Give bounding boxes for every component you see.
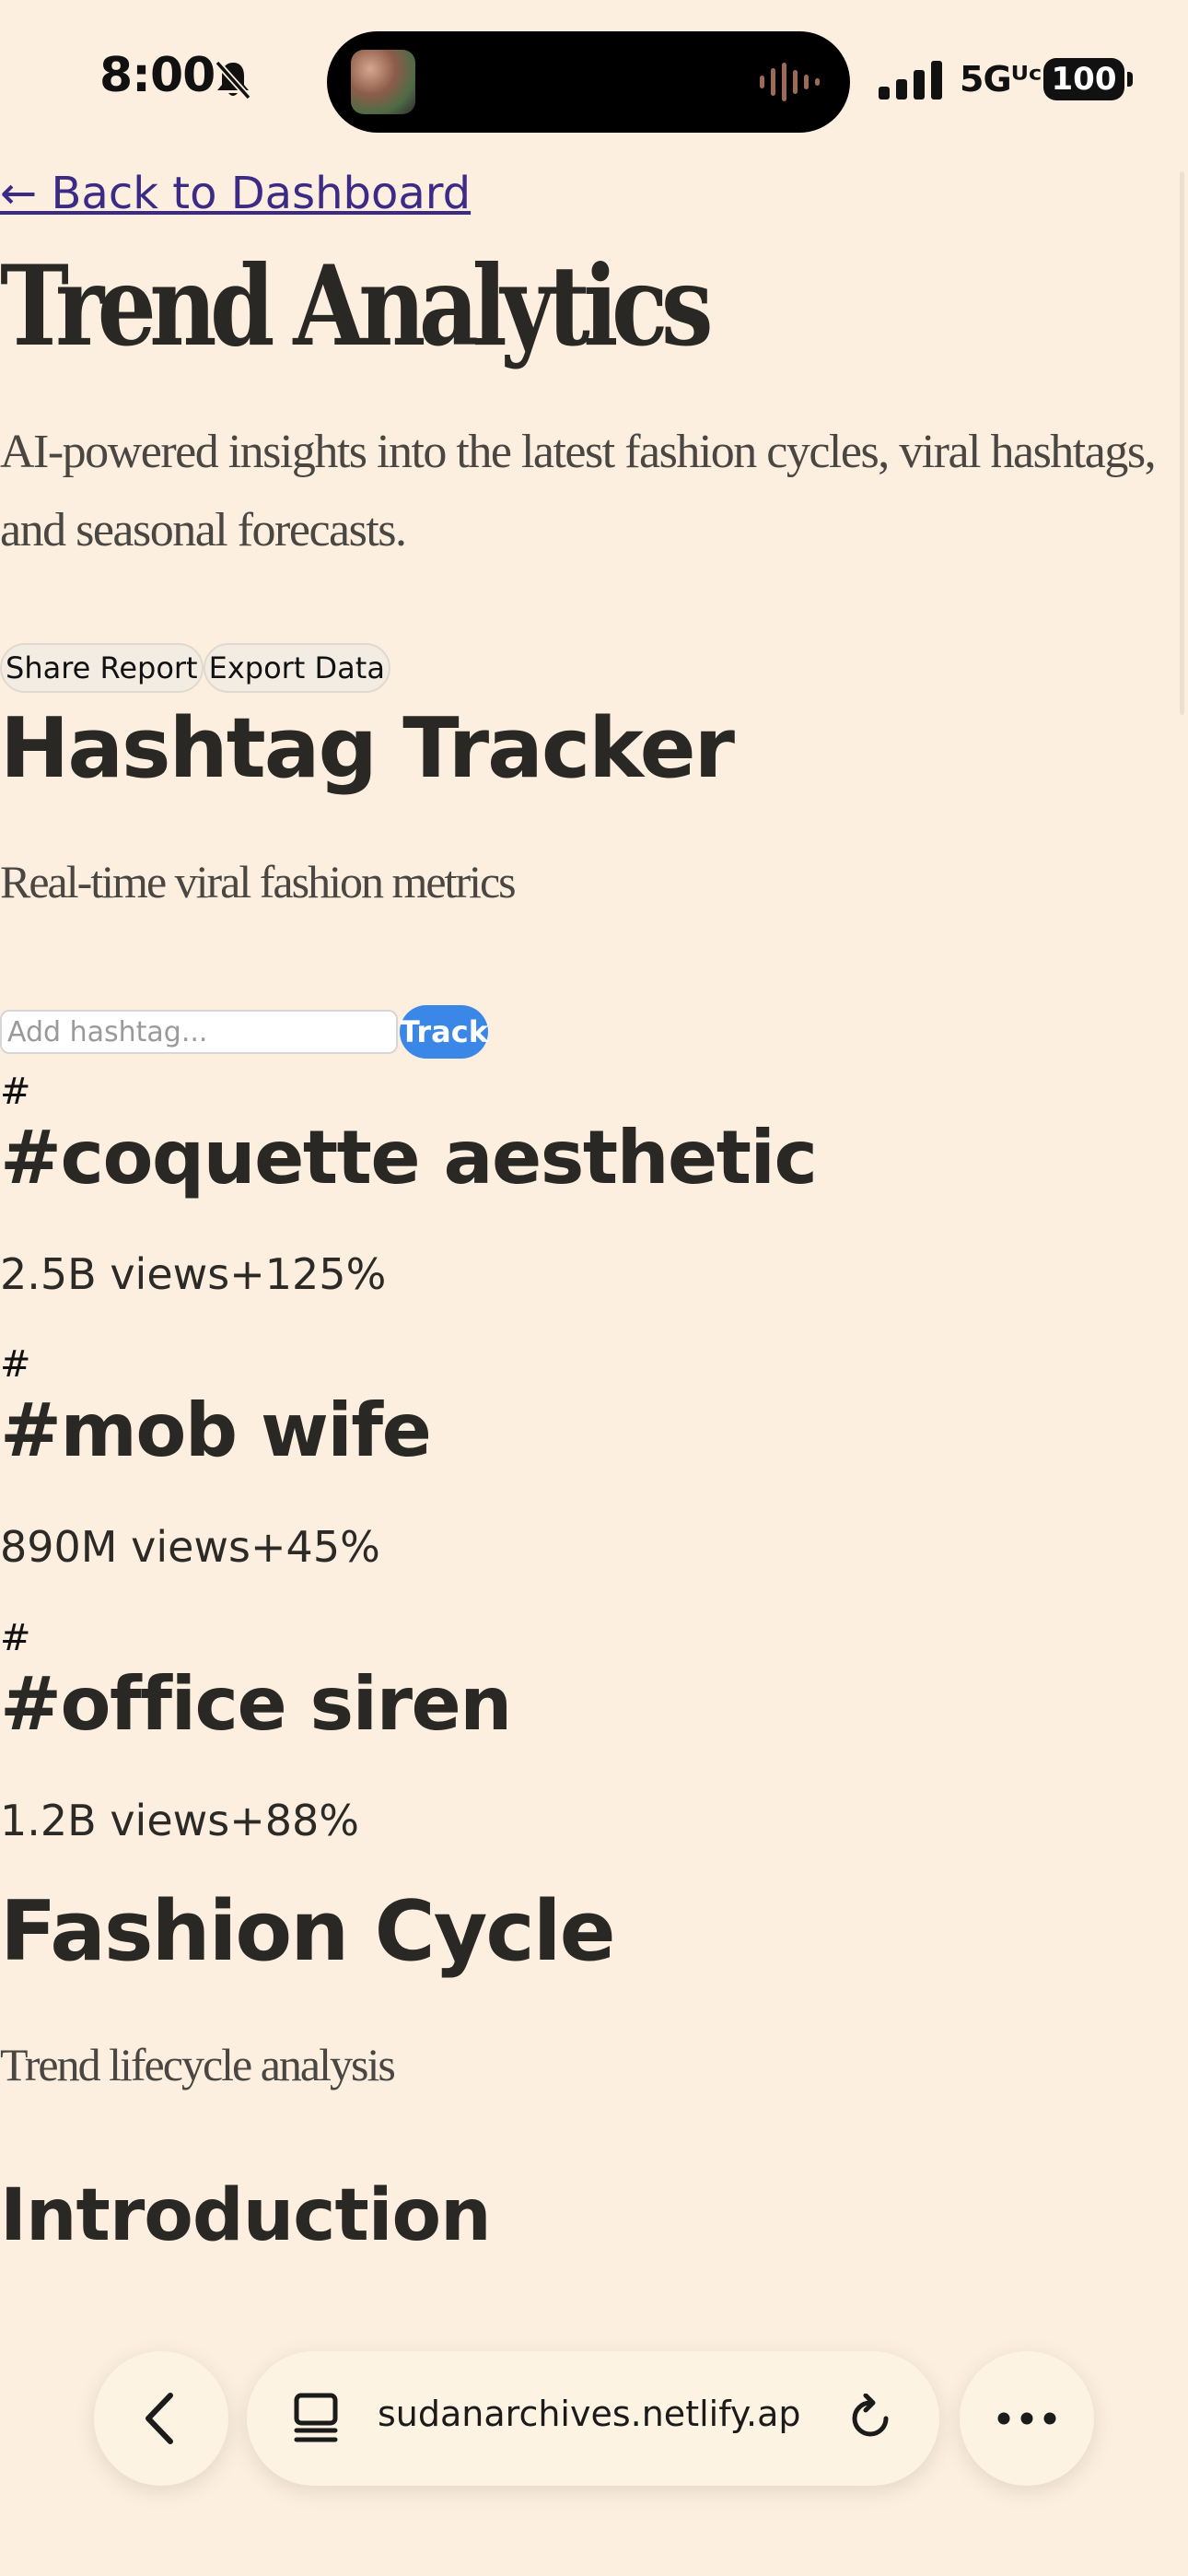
hashtag-views: 2.5B views [0,1249,230,1299]
reload-icon[interactable] [845,2394,895,2443]
page-subtitle: AI-powered insights into the latest fash… [0,426,1157,556]
bell-slash-icon [215,60,251,100]
browser-toolbar: sudanarchives.netlify.app [0,2340,1188,2488]
now-playing-artwork [351,50,415,114]
more-options-button[interactable] [960,2351,1094,2486]
page-title: Trend Analytics [0,241,714,371]
introduction-heading: Introduction [0,2174,492,2257]
more-icon [997,2412,1056,2425]
status-bar: 8:00 5Gᵁᶜ 100 [0,0,1188,166]
battery-cap [1127,72,1133,87]
hashtag-views: 1.2B views [0,1796,230,1845]
hashtag-icon: # [0,1071,31,1113]
tab-overview-icon [294,2393,338,2442]
cellular-signal-icon [879,61,942,100]
hashtag-tracker-subtitle: Real-time viral fashion metrics [0,856,517,907]
report-actions: Share Report Export Data [0,643,390,693]
hashtag-growth: +45% [250,1522,380,1572]
add-hashtag-input[interactable] [0,1010,398,1054]
back-to-dashboard-link[interactable]: ← Back to Dashboard [0,168,471,219]
fashion-cycle-title: Fashion Cycle [0,1883,616,1980]
hashtag-growth: +125% [229,1249,387,1299]
hashtag-stats: 2.5B views+125% [0,1249,386,1299]
url-text: sudanarchives.netlify.app [378,2394,801,2434]
hashtag-stats: 1.2B views+88% [0,1796,359,1845]
status-time: 8:00 [99,48,215,103]
hashtag-name: #mob wife [0,1388,432,1473]
hashtag-item[interactable]: # #mob wife 890M views+45% [0,1343,921,1610]
hashtag-name: #office siren [0,1661,512,1747]
hashtag-icon: # [0,1617,31,1659]
battery-icon: 100 [1043,58,1124,100]
hashtag-tracker-title: Hashtag Tracker [0,700,735,797]
hashtag-item[interactable]: # #coquette aesthetic 2.5B views+125% [0,1071,921,1338]
chevron-left-icon [146,2393,173,2444]
browser-back-button[interactable] [94,2351,228,2486]
hashtag-icon: # [0,1343,31,1386]
hashtag-growth: +88% [229,1796,360,1845]
hashtag-name: #coquette aesthetic [0,1115,818,1200]
audio-waveform-icon [760,63,820,101]
hashtag-views: 890M views [0,1522,251,1572]
hashtag-item[interactable]: # #office siren 1.2B views+88% [0,1617,921,1884]
track-button[interactable]: Track [400,1005,488,1059]
address-bar[interactable]: sudanarchives.netlify.app [247,2351,939,2486]
network-type: 5Gᵁᶜ [960,59,1042,100]
dynamic-island[interactable] [327,31,850,133]
battery-level: 100 [1051,61,1117,98]
fashion-cycle-subtitle: Trend lifecycle analysis [0,2039,396,2090]
share-report-button[interactable]: Share Report [0,643,204,693]
export-data-button[interactable]: Export Data [203,643,390,693]
hashtag-stats: 890M views+45% [0,1522,380,1572]
